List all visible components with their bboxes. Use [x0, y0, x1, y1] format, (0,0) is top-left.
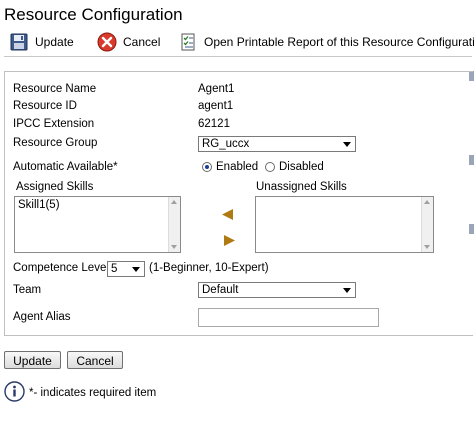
competence-level-value: 5: [111, 263, 118, 275]
chevron-down-icon: [343, 288, 351, 293]
ipcc-extension-label: IPCC Extension: [13, 118, 95, 130]
resource-form-panel: Resource Name Agent1 Resource ID agent1 …: [4, 71, 473, 336]
toolbar: Update Cancel Open Printable Report of t…: [4, 28, 474, 57]
resource-group-value: RG_uccx: [202, 138, 250, 150]
unassigned-skills-list[interactable]: [255, 196, 434, 253]
page-title: Resource Configuration: [4, 5, 183, 24]
agent-alias-input[interactable]: [198, 308, 379, 327]
ipcc-extension-value: 62121: [198, 118, 230, 130]
toolbar-report-button[interactable]: Open Printable Report of this Resource C…: [178, 31, 474, 53]
scroll-down-icon[interactable]: [424, 245, 430, 249]
resource-name-label: Resource Name: [13, 83, 97, 95]
left-arrow-icon[interactable]: [222, 207, 234, 225]
resource-id-label: Resource ID: [13, 100, 77, 112]
team-value: Default: [202, 284, 239, 296]
toolbar-update-label: Update: [35, 35, 74, 49]
assigned-skills-label: Assigned Skills: [16, 181, 94, 193]
toolbar-cancel-label: Cancel: [123, 35, 161, 49]
required-note: *- indicates required item: [29, 387, 157, 399]
team-select[interactable]: Default: [198, 282, 356, 298]
agent-alias-label: Agent Alias: [13, 311, 71, 323]
competence-level-select[interactable]: 5: [107, 261, 145, 277]
resource-id-value: agent1: [198, 100, 234, 112]
team-label: Team: [13, 284, 42, 296]
resource-group-label: Resource Group: [13, 137, 98, 149]
scroll-down-icon[interactable]: [171, 245, 177, 249]
floppy-disk-icon: [9, 32, 29, 52]
automatic-available-enabled-radio[interactable]: [202, 162, 212, 172]
resource-name-value: Agent1: [198, 83, 235, 95]
resource-group-select[interactable]: RG_uccx: [198, 136, 356, 152]
competence-level-label: Competence Level: [13, 262, 109, 274]
chevron-down-icon: [343, 142, 351, 147]
info-icon: [4, 381, 25, 407]
toolbar-cancel-button[interactable]: Cancel: [97, 31, 160, 53]
toolbar-report-label: Open Printable Report of this Resource C…: [204, 35, 474, 49]
update-button[interactable]: Update: [4, 351, 61, 369]
scrollbar[interactable]: [168, 197, 180, 252]
disabled-option-label: Disabled: [279, 161, 324, 173]
right-arrow-icon[interactable]: [224, 233, 236, 251]
red-x-circle-icon: [97, 32, 117, 52]
scroll-up-icon[interactable]: [424, 200, 430, 204]
competence-level-hint: (1-Beginner, 10-Expert): [149, 262, 269, 274]
assigned-skills-list[interactable]: Skill1(5): [14, 196, 181, 253]
toolbar-update-button[interactable]: Update: [9, 31, 74, 53]
list-item[interactable]: Skill1(5): [18, 199, 60, 211]
automatic-available-disabled-radio[interactable]: [265, 162, 275, 172]
checklist-report-icon: [178, 32, 198, 52]
scrollbar[interactable]: [421, 197, 433, 252]
cancel-button[interactable]: Cancel: [67, 351, 123, 369]
automatic-available-label: Automatic Available*: [13, 161, 118, 173]
unassigned-skills-label: Unassigned Skills: [256, 181, 347, 193]
scroll-up-icon[interactable]: [171, 200, 177, 204]
chevron-down-icon: [132, 267, 140, 272]
enabled-option-label: Enabled: [216, 161, 259, 173]
